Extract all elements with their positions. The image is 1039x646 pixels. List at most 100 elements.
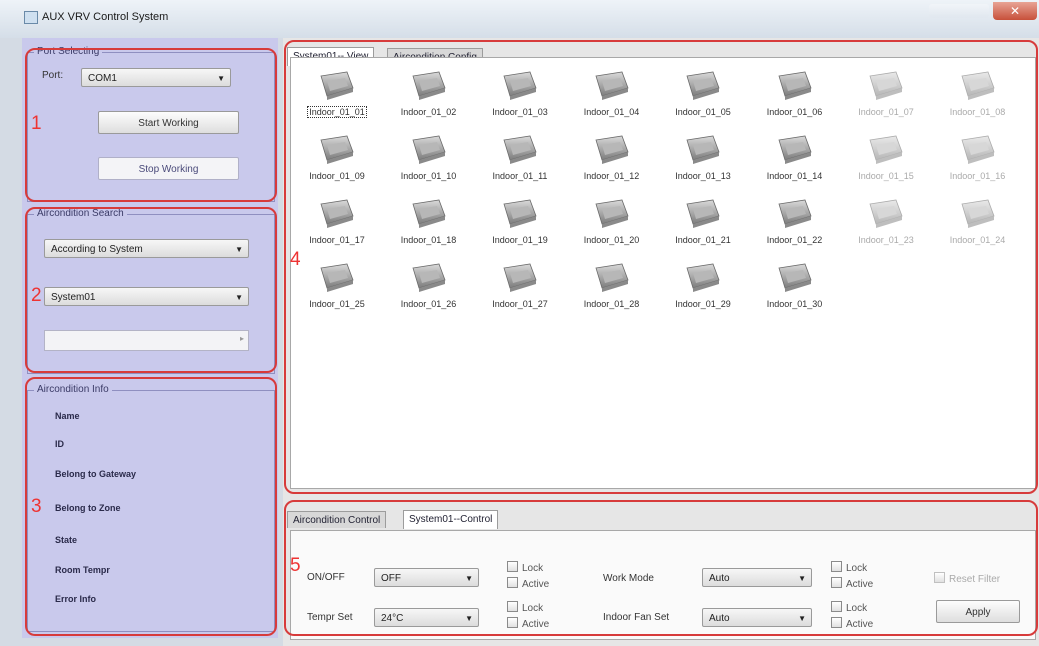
indoor-unit-name: Indoor_01_18 (400, 235, 457, 245)
dropdown-arrow-icon: ▼ (217, 74, 225, 83)
indoor-unit-name: Indoor_01_05 (675, 107, 731, 117)
indoor-unit-label: Indoor_01_03 (480, 107, 560, 117)
apply-button[interactable]: Apply (936, 600, 1020, 623)
unit-grid: Indoor_01_01 Indoor_01_02 Indoor_01_03 Indo… (290, 57, 1036, 489)
air-conditioner-icon (317, 262, 357, 294)
port-label: Port: (42, 70, 64, 81)
indoor-unit-tile[interactable]: Indoor_01_16 (938, 134, 1018, 204)
indoor-unit-tile[interactable]: Indoor_01_01 (297, 70, 377, 140)
tempr-set-select[interactable]: 24°C ▼ (374, 608, 479, 627)
tempr-active-checkbox[interactable]: Active (507, 617, 549, 630)
indoor-unit-tile[interactable]: Indoor_01_28 (572, 262, 652, 332)
indoor-unit-tile[interactable]: Indoor_01_26 (389, 262, 469, 332)
indoor-unit-name: Indoor_01_17 (309, 235, 365, 245)
indoor-unit-tile[interactable]: Indoor_01_15 (846, 134, 926, 204)
indoor-unit-tile[interactable]: Indoor_01_21 (663, 198, 743, 268)
indoor-unit-tile[interactable]: Indoor_01_05 (663, 70, 743, 140)
indoor-unit-tile[interactable]: Indoor_01_19 (480, 198, 560, 268)
indoor-unit-tile[interactable]: Indoor_01_06 (755, 70, 835, 140)
indoor-unit-tile[interactable]: Indoor_01_18 (389, 198, 469, 268)
fan-active-checkbox[interactable]: Active (831, 617, 873, 630)
annotation-number-4: 4 (290, 249, 301, 270)
indoor-unit-name: Indoor_01_11 (492, 171, 548, 181)
indoor-unit-label: Indoor_01_11 (480, 171, 560, 181)
indoor-unit-tile[interactable]: Indoor_01_29 (663, 262, 743, 332)
dropdown-arrow-icon: ▼ (798, 614, 806, 623)
port-select[interactable]: COM1 ▼ (81, 68, 231, 87)
system-select[interactable]: System01 ▼ (44, 287, 249, 306)
indoor-unit-label: Indoor_01_27 (480, 299, 560, 309)
indoor-fan-set-value: Auto (709, 613, 730, 624)
tab-system-control[interactable]: System01--Control (403, 510, 499, 529)
active-label: Active (522, 579, 550, 590)
reset-filter-label: Reset Filter (949, 574, 1001, 585)
air-conditioner-icon (683, 70, 723, 102)
onoff-label: ON/OFF (307, 572, 345, 583)
dropdown-arrow-icon: ▼ (798, 574, 806, 583)
air-conditioner-icon (592, 70, 632, 102)
indoor-unit-tile[interactable]: Indoor_01_02 (389, 70, 469, 140)
checkbox-icon (831, 601, 842, 612)
indoor-unit-tile[interactable]: Indoor_01_07 (846, 70, 926, 140)
reset-filter-button[interactable]: Reset Filter (934, 572, 1000, 585)
indoor-unit-label: Indoor_01_10 (389, 171, 469, 181)
aircondition-search-legend: Aircondition Search (34, 208, 127, 219)
indoor-unit-name: Indoor_01_21 (675, 235, 731, 245)
air-conditioner-icon (500, 134, 540, 166)
search-mode-select[interactable]: According to System ▼ (44, 239, 249, 258)
aircondition-search-group: Aircondition Search According to System … (27, 208, 275, 374)
indoor-unit-tile[interactable]: Indoor_01_08 (938, 70, 1018, 140)
onoff-select[interactable]: OFF ▼ (374, 568, 479, 587)
filter-icon (934, 572, 945, 583)
annotation-number-3: 3 (31, 496, 42, 517)
air-conditioner-icon (409, 70, 449, 102)
indoor-unit-label: Indoor_01_28 (572, 299, 652, 309)
indoor-unit-tile[interactable]: Indoor_01_12 (572, 134, 652, 204)
indoor-unit-tile[interactable]: Indoor_01_04 (572, 70, 652, 140)
indoor-unit-tile[interactable]: Indoor_01_24 (938, 198, 1018, 268)
indoor-unit-tile[interactable]: Indoor_01_11 (480, 134, 560, 204)
workmode-active-checkbox[interactable]: Active (831, 577, 873, 590)
air-conditioner-icon (866, 134, 906, 166)
control-panel: ON/OFF OFF ▼ Lock Active Work Mode Auto … (290, 530, 1036, 640)
stop-working-button[interactable]: Stop Working (98, 157, 239, 180)
checkbox-icon (507, 601, 518, 612)
indoor-unit-tile[interactable]: Indoor_01_17 (297, 198, 377, 268)
indoor-unit-tile[interactable]: Indoor_01_09 (297, 134, 377, 204)
indoor-unit-tile[interactable]: Indoor_01_27 (480, 262, 560, 332)
onoff-active-checkbox[interactable]: Active (507, 577, 549, 590)
indoor-unit-tile[interactable]: Indoor_01_13 (663, 134, 743, 204)
dropdown-arrow-icon: ▸ (239, 334, 244, 343)
indoor-unit-tile[interactable]: Indoor_01_03 (480, 70, 560, 140)
indoor-unit-tile[interactable]: Indoor_01_14 (755, 134, 835, 204)
unit-search-field[interactable]: ▸ (44, 330, 249, 351)
indoor-unit-tile[interactable]: Indoor_01_20 (572, 198, 652, 268)
close-button[interactable]: ✕ (993, 2, 1037, 20)
tab-aircondition-control[interactable]: Aircondition Control (287, 511, 387, 528)
dropdown-arrow-icon: ▼ (465, 574, 473, 583)
air-conditioner-icon (500, 262, 540, 294)
info-error-label: Error Info (55, 594, 97, 604)
workmode-lock-checkbox[interactable]: Lock (831, 561, 867, 574)
air-conditioner-icon (775, 70, 815, 102)
indoor-unit-tile[interactable]: Indoor_01_25 (297, 262, 377, 332)
annotation-number-1: 1 (31, 113, 42, 134)
work-mode-select[interactable]: Auto ▼ (702, 568, 812, 587)
onoff-lock-checkbox[interactable]: Lock (507, 561, 543, 574)
fan-lock-checkbox[interactable]: Lock (831, 601, 867, 614)
indoor-unit-tile[interactable]: Indoor_01_10 (389, 134, 469, 204)
indoor-unit-tile[interactable]: Indoor_01_23 (846, 198, 926, 268)
indoor-fan-set-select[interactable]: Auto ▼ (702, 608, 812, 627)
air-conditioner-icon (683, 198, 723, 230)
air-conditioner-icon (775, 134, 815, 166)
main-panel: System01-- View Aircondition Config Indo… (283, 38, 1039, 646)
air-conditioner-icon (683, 262, 723, 294)
checkbox-icon (831, 617, 842, 628)
indoor-unit-tile[interactable]: Indoor_01_22 (755, 198, 835, 268)
tempr-lock-checkbox[interactable]: Lock (507, 601, 543, 614)
indoor-unit-tile[interactable]: Indoor_01_30 (755, 262, 835, 332)
lock-label: Lock (846, 603, 868, 614)
start-working-button[interactable]: Start Working (98, 111, 239, 134)
work-mode-value: Auto (709, 573, 730, 584)
lock-label: Lock (522, 603, 544, 614)
